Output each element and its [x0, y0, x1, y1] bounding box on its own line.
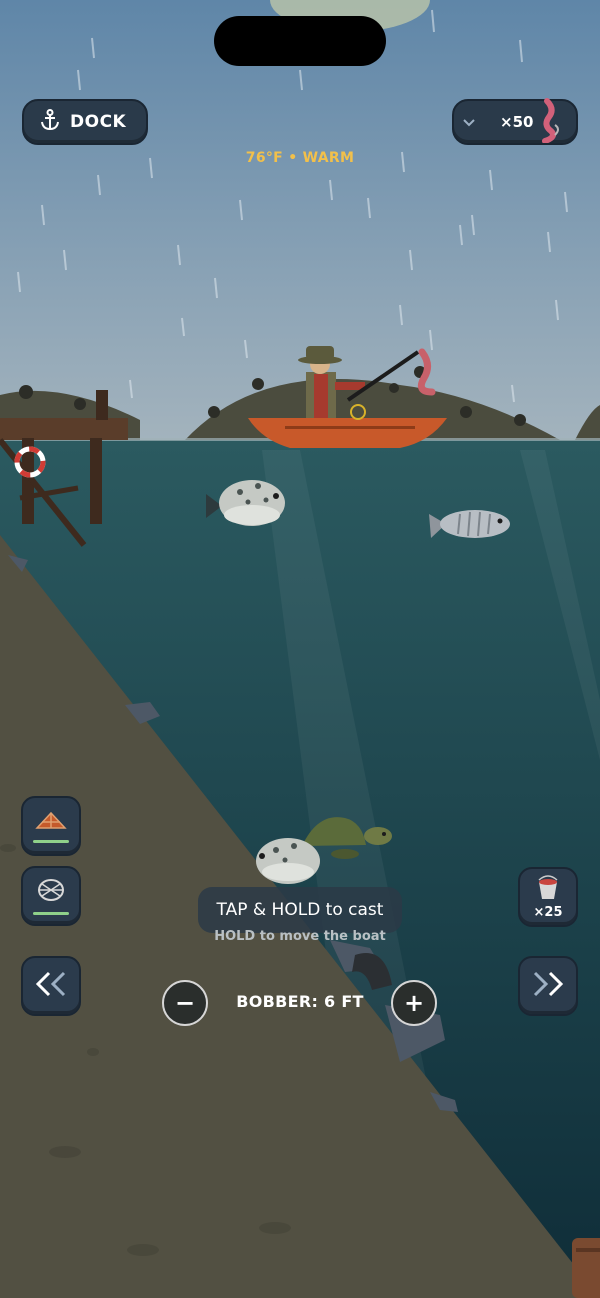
bucket-count: ×25 [533, 905, 563, 920]
bait-count: ×50 [500, 113, 534, 131]
pufferfish-2 [256, 838, 320, 884]
anchor-icon [40, 109, 60, 135]
crab-trap-icon [34, 810, 68, 834]
net-status-bar [33, 911, 69, 915]
bait-bucket-icon [536, 874, 560, 904]
game-scene[interactable] [0, 0, 600, 1298]
fish-net-icon [36, 878, 66, 906]
sky [0, 0, 600, 440]
temperature-label: 76°F • WARM [245, 150, 355, 166]
dock-label: DOCK [70, 112, 127, 132]
cast-hint: TAP & HOLD to cast [198, 887, 402, 933]
fish-net-button[interactable] [21, 866, 81, 926]
sunken-crate [572, 1238, 600, 1298]
worm-icon [539, 97, 565, 147]
bait-bucket-button[interactable]: ×25 [518, 867, 578, 927]
trap-status-bar [33, 839, 69, 843]
chevron-down-icon [462, 113, 476, 132]
dock-button[interactable]: DOCK [22, 99, 148, 145]
move-hint: HOLD to move the boat [214, 929, 386, 944]
crab-trap-button[interactable] [21, 796, 81, 856]
camera-notch [214, 16, 386, 66]
bait-selector[interactable]: ×50 [452, 97, 578, 147]
bobber-increase-button[interactable]: + [391, 980, 437, 1026]
bobber-depth-label: BOBBER: 6 FT [236, 992, 364, 1011]
